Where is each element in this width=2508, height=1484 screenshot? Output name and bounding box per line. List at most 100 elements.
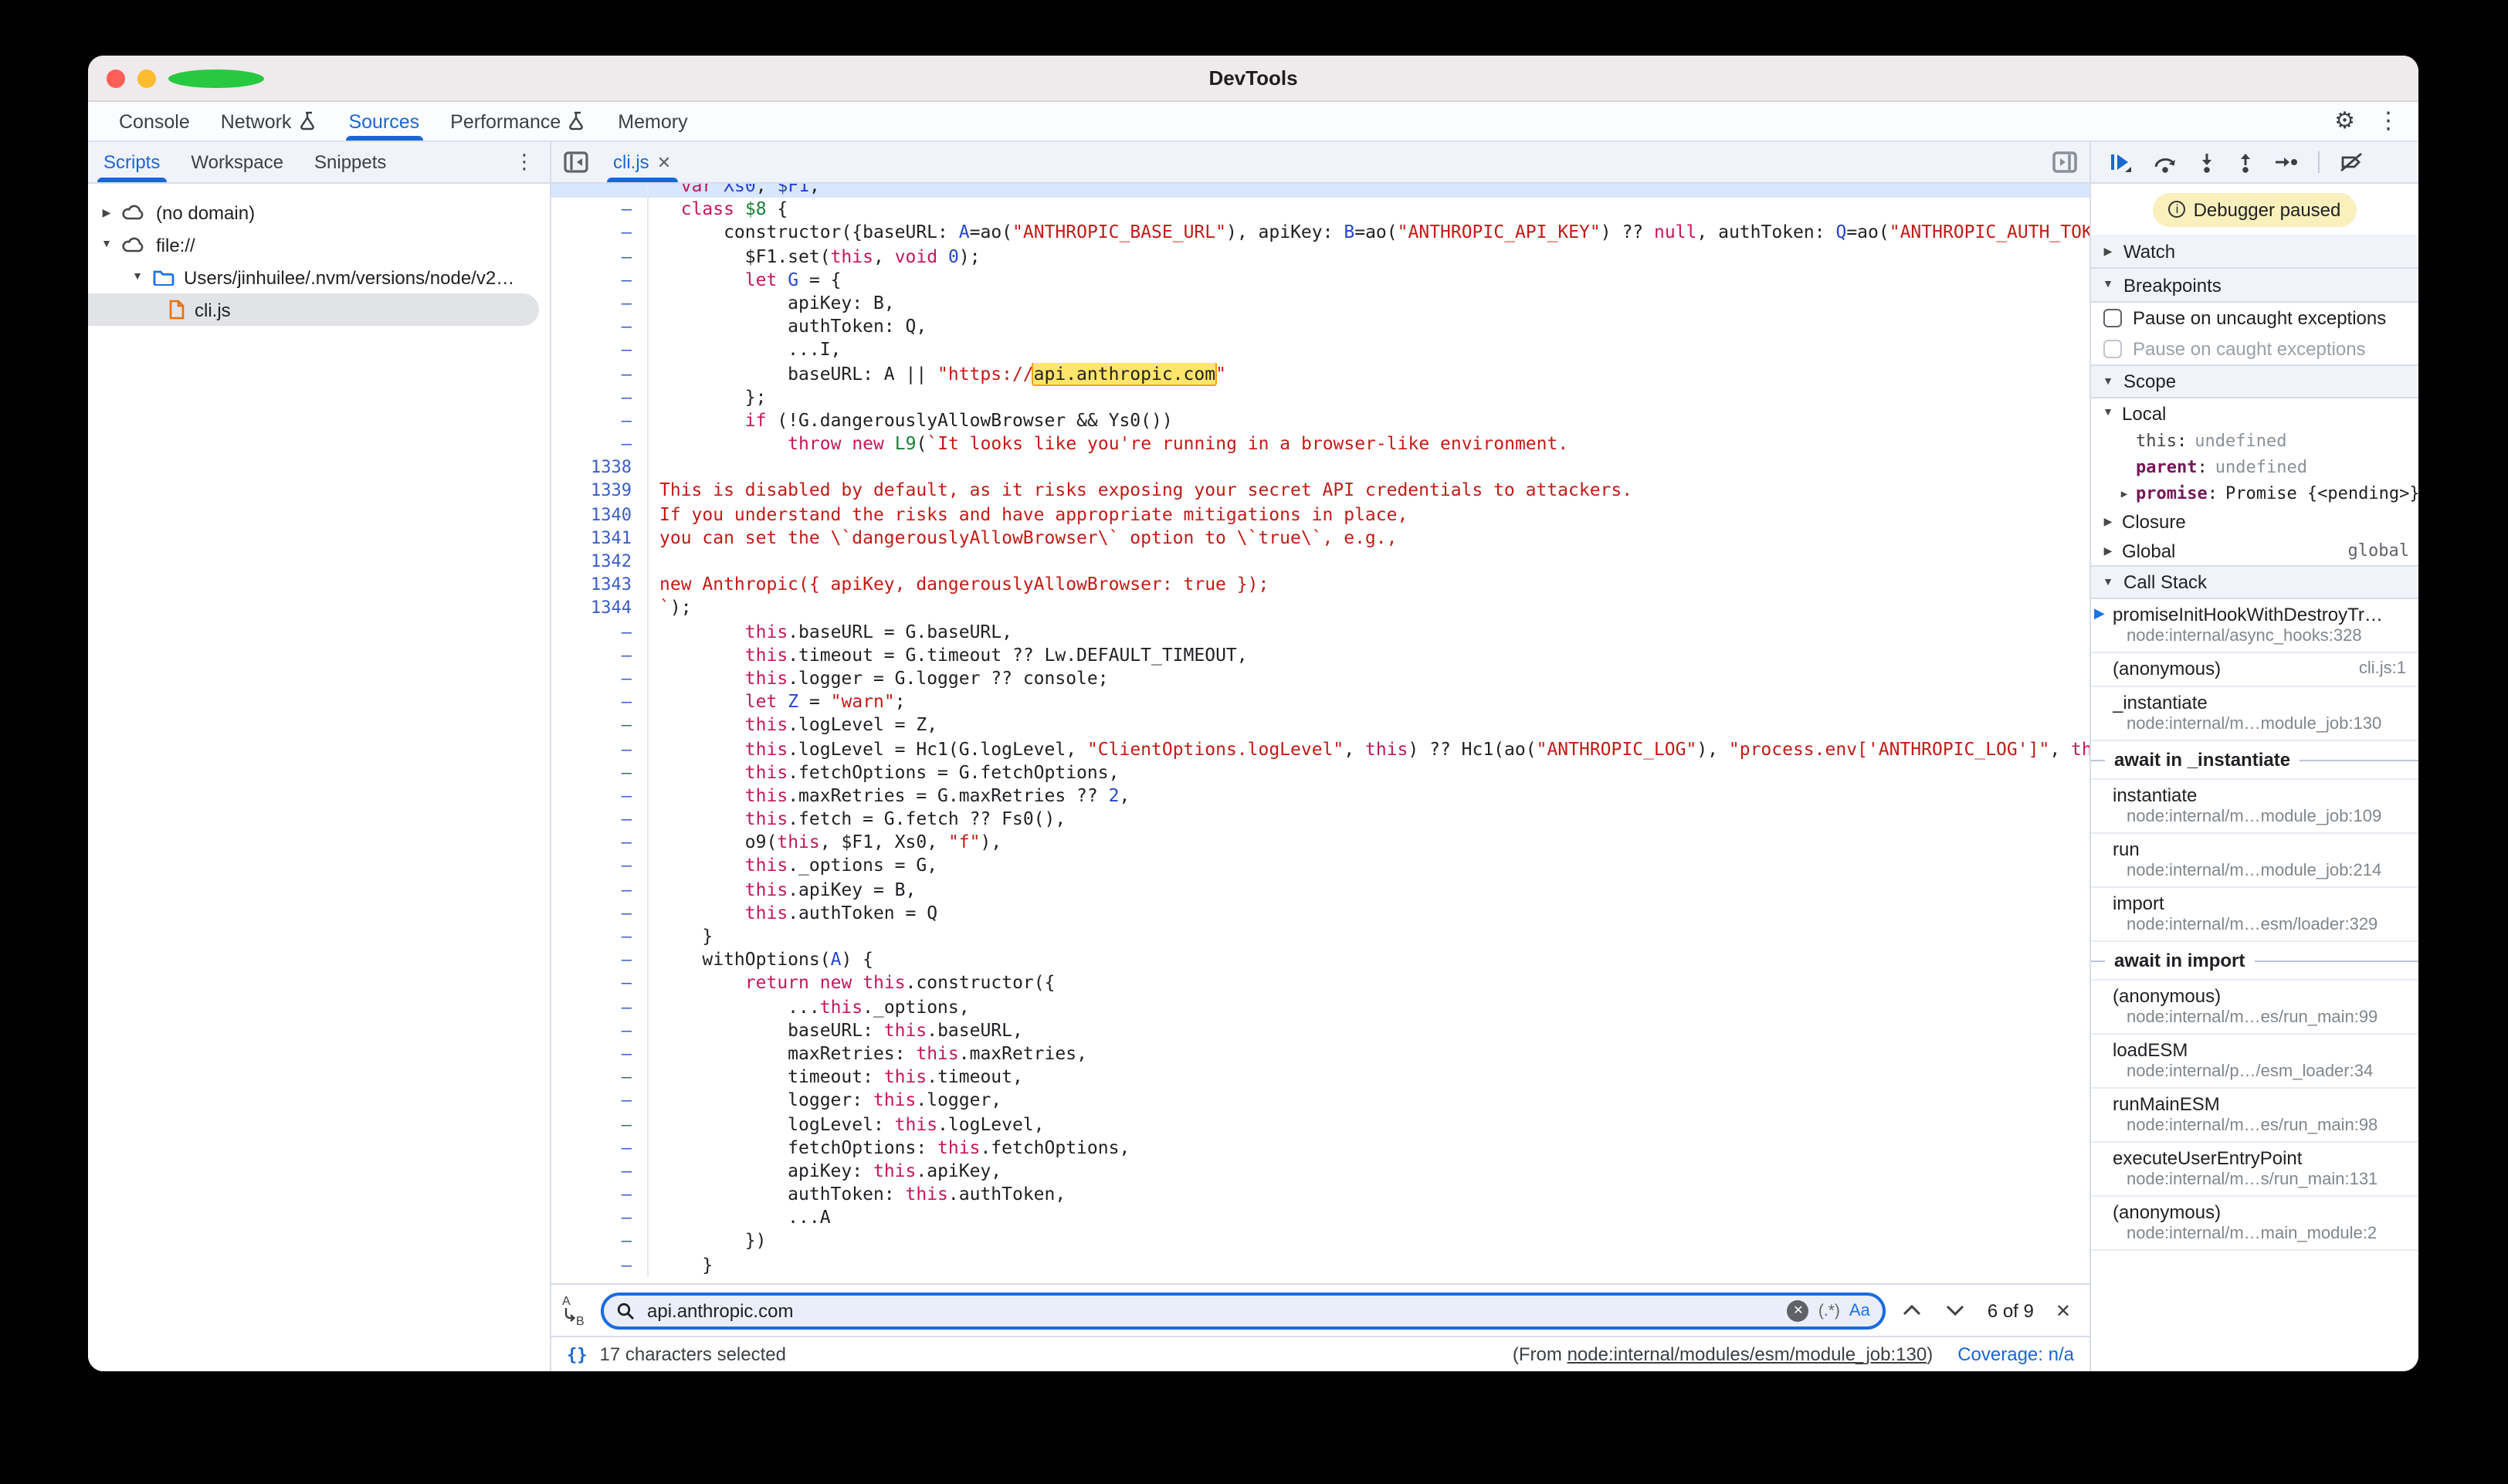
code-line[interactable]: 1342 [551, 550, 2089, 573]
section-call-stack[interactable]: ▼ Call Stack [2091, 565, 2418, 599]
line-gutter[interactable]: – [551, 1089, 647, 1113]
line-gutter[interactable]: – [551, 409, 647, 432]
scope-var-promise[interactable]: ▶ promise: Promise {<pending>} [2091, 480, 2418, 507]
line-gutter[interactable]: – [551, 1019, 647, 1042]
code-line[interactable]: – $F1.set(this, void 0); [551, 245, 2089, 268]
hide-navigator-icon[interactable] [564, 151, 588, 173]
line-gutter[interactable]: – [551, 878, 647, 901]
section-breakpoints[interactable]: ▼ Breakpoints [2091, 269, 2418, 303]
line-gutter[interactable]: – [551, 995, 647, 1018]
line-gutter[interactable]: – [551, 1207, 647, 1230]
search-input[interactable] [644, 1298, 1778, 1323]
line-gutter[interactable]: – [551, 948, 647, 971]
code-line[interactable]: – logLevel: this.logLevel, [551, 1113, 2089, 1136]
callstack-frame[interactable]: (anonymous)node:internal/m…es/run_main:9… [2091, 981, 2418, 1035]
scope-global[interactable]: ▶ Global global [2091, 536, 2418, 565]
line-gutter[interactable]: 1344 [551, 597, 647, 620]
code-line[interactable]: 1339This is disabled by default, as it r… [551, 479, 2089, 503]
resume-button[interactable] [2110, 152, 2133, 172]
code-line[interactable]: – apiKey: this.apiKey, [551, 1160, 2089, 1183]
line-gutter[interactable]: – [551, 925, 647, 948]
line-gutter[interactable]: – [551, 714, 647, 737]
line-gutter[interactable]: – [551, 667, 647, 690]
callstack-frame[interactable]: _instantiatenode:internal/m…module_job:1… [2091, 687, 2418, 741]
line-gutter[interactable]: – [551, 1042, 647, 1066]
code-line[interactable]: – let G = { [551, 269, 2089, 292]
code-line[interactable]: – o9(this, $F1, Xs0, "f"), [551, 832, 2089, 855]
match-case-toggle[interactable]: Aa [1849, 1301, 1870, 1320]
line-gutter[interactable]: – [551, 245, 647, 268]
callstack-frame[interactable]: (anonymous)cli.js:1 [2091, 653, 2418, 687]
line-gutter[interactable]: – [551, 1113, 647, 1136]
code-line[interactable]: 1344`); [551, 597, 2089, 620]
line-gutter[interactable]: 1341 [551, 527, 647, 550]
tab-memory[interactable]: Memory [602, 102, 703, 141]
tab-network[interactable]: Network [205, 102, 334, 141]
line-gutter[interactable]: 1343 [551, 573, 647, 596]
settings-gear-icon[interactable]: ⚙ [2334, 110, 2355, 133]
code-line[interactable]: – fetchOptions: this.fetchOptions, [551, 1136, 2089, 1159]
code-line[interactable]: – class $8 { [551, 198, 2089, 221]
tree-item-cli-js[interactable]: cli.js [88, 293, 539, 326]
code-line[interactable]: – }; [551, 385, 2089, 408]
code-line[interactable]: – } [551, 1253, 2089, 1276]
line-gutter[interactable]: – [551, 1230, 647, 1253]
code-line[interactable]: – if (!G.dangerouslyAllowBrowser && Ys0(… [551, 409, 2089, 432]
code-line[interactable]: – this.logLevel = Hc1(G.logLevel, "Clien… [551, 737, 2089, 761]
code-line[interactable]: 1341you can set the \`dangerouslyAllowBr… [551, 527, 2089, 550]
line-gutter[interactable]: – [551, 1253, 647, 1276]
tab-snippets[interactable]: Snippets [299, 142, 402, 182]
code-line[interactable]: – this.logLevel = Z, [551, 714, 2089, 737]
line-gutter[interactable]: – [551, 1183, 647, 1206]
scope-var-parent[interactable]: parent: undefined [2091, 454, 2418, 480]
line-gutter[interactable]: – [551, 1160, 647, 1183]
line-gutter[interactable]: – [551, 808, 647, 831]
code-line[interactable]: – logger: this.logger, [551, 1089, 2089, 1113]
tab-performance[interactable]: Performance [435, 102, 602, 141]
chevron-down-icon[interactable]: ▼ [131, 272, 144, 283]
code-line[interactable]: – this._options = G, [551, 855, 2089, 878]
code-line[interactable]: – baseURL: A || "https://api.anthropic.c… [551, 362, 2089, 385]
regex-toggle[interactable]: (.*) [1818, 1301, 1840, 1320]
line-gutter[interactable]: – [551, 784, 647, 808]
code-line[interactable]: – ...this._options, [551, 995, 2089, 1018]
more-options-kebab-icon[interactable]: ⋮ [2377, 110, 2400, 133]
code-line[interactable]: – throw new L9(`It looks like you're run… [551, 432, 2089, 456]
close-window-button[interactable] [107, 69, 125, 87]
scope-closure[interactable]: ▶ Closure [2091, 507, 2418, 536]
line-gutter[interactable]: 1342 [551, 550, 647, 573]
callstack-frame[interactable]: executeUserEntryPointnode:internal/m…s/r… [2091, 1143, 2418, 1197]
line-gutter[interactable]: – [551, 737, 647, 761]
code-line[interactable]: – baseURL: this.baseURL, [551, 1019, 2089, 1042]
code-line[interactable]: – this.fetch = G.fetch ?? Fs0(), [551, 808, 2089, 831]
code-line[interactable]: – ...I, [551, 339, 2089, 362]
maximize-window-button[interactable] [168, 69, 264, 87]
previous-match-chevron-up-icon[interactable] [1895, 1305, 1929, 1316]
line-gutter[interactable]: – [551, 315, 647, 338]
code-line[interactable]: – ...A [551, 1207, 2089, 1230]
code-line[interactable]: – maxRetries: this.maxRetries, [551, 1042, 2089, 1066]
line-gutter[interactable]: – [551, 832, 647, 855]
callstack-frame[interactable]: importnode:internal/m…esm/loader:329 [2091, 888, 2418, 942]
close-tab-icon[interactable]: ✕ [657, 152, 671, 172]
line-gutter[interactable]: 1340 [551, 503, 647, 526]
clear-search-icon[interactable]: ✕ [1788, 1299, 1809, 1321]
code-line[interactable]: – authToken: Q, [551, 315, 2089, 338]
search-field[interactable]: ✕ (.*) Aa [601, 1292, 1886, 1329]
code-line[interactable]: – this.maxRetries = G.maxRetries ?? 2, [551, 784, 2089, 808]
line-gutter[interactable]: – [551, 1066, 647, 1089]
line-gutter[interactable]: – [551, 761, 647, 784]
step-out-button[interactable] [2236, 152, 2255, 172]
chevron-right-icon[interactable]: ▶ [100, 206, 113, 219]
line-gutter[interactable]: 1339 [551, 479, 647, 503]
checkbox[interactable] [2103, 340, 2122, 358]
step-into-button[interactable] [2198, 152, 2216, 172]
code-line[interactable]: 1338 [551, 456, 2089, 479]
code-editor[interactable]: var Xs0, $F1,– class $8 {– constructor({… [551, 184, 2089, 1283]
callstack-frame[interactable]: loadESMnode:internal/p…/esm_loader:34 [2091, 1035, 2418, 1089]
code-line[interactable]: – this.authToken = Q [551, 902, 2089, 925]
code-line[interactable]: – apiKey: B, [551, 292, 2089, 315]
section-scope[interactable]: ▼ Scope [2091, 364, 2418, 398]
code-line[interactable]: – withOptions(A) { [551, 948, 2089, 971]
code-line[interactable]: – this.fetchOptions = G.fetchOptions, [551, 761, 2089, 784]
